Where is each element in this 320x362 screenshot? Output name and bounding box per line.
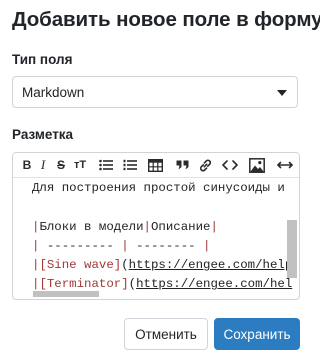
md-text: --------- <box>39 239 122 253</box>
cancel-button[interactable]: Отменить <box>124 318 208 350</box>
editor-line: | --------- | -------- | <box>32 236 210 256</box>
md-token: | <box>203 239 211 253</box>
field-type-select[interactable]: Markdown <box>12 76 298 108</box>
md-url: https://engee.com/hel <box>136 277 293 291</box>
chevron-down-icon <box>277 90 287 96</box>
editor-line: Для построения простой синусоиды и <box>32 181 285 195</box>
horizontal-scrollbar[interactable] <box>33 291 99 297</box>
markup-label: Разметка <box>12 127 74 142</box>
editor-text-area[interactable]: Для построения простой синусоиды и |Блок… <box>13 178 299 299</box>
md-url: https://engee.com/help <box>128 258 293 272</box>
md-link-text: [Sine wave] <box>39 258 122 272</box>
editor-toolbar: B I S тT <box>13 153 299 178</box>
strikethrough-button[interactable]: S <box>53 155 69 175</box>
md-text: Блоки в модели <box>39 220 144 234</box>
save-button[interactable]: Сохранить <box>214 318 300 350</box>
italic-button[interactable]: I <box>35 155 51 175</box>
quote-icon[interactable] <box>174 155 190 175</box>
field-type-label: Тип поля <box>12 52 73 67</box>
md-text: ( <box>128 277 137 291</box>
markdown-editor[interactable]: B I S тT Для построения простой синусоид… <box>12 152 300 300</box>
dialog-title: Добавить новое поле в форму <box>12 8 320 31</box>
bullet-list-icon[interactable] <box>98 155 114 175</box>
editor-line: |Блоки в модели|Описание| <box>32 217 218 237</box>
md-token: | <box>210 220 218 234</box>
bold-button[interactable]: B <box>19 155 35 175</box>
md-text: Описание <box>150 220 211 234</box>
numbered-list-icon[interactable] <box>122 155 138 175</box>
md-text: -------- <box>128 239 204 253</box>
field-type-value: Markdown <box>22 85 85 100</box>
code-icon[interactable] <box>222 155 238 175</box>
vertical-scrollbar[interactable] <box>287 220 297 278</box>
md-token: | <box>143 220 151 234</box>
link-icon[interactable] <box>197 155 213 175</box>
image-icon[interactable] <box>249 155 265 175</box>
md-text: ( <box>121 258 129 272</box>
heading-button[interactable]: тT <box>72 155 88 175</box>
horizontal-rule-icon[interactable] <box>276 155 294 175</box>
md-link-text: [Terminator] <box>39 277 129 291</box>
editor-line: |[Sine wave](https://engee.com/help <box>32 255 292 275</box>
add-field-dialog: Добавить новое поле в форму Тип поля Mar… <box>0 0 320 362</box>
md-token: | <box>121 239 129 253</box>
table-icon[interactable] <box>147 155 163 175</box>
